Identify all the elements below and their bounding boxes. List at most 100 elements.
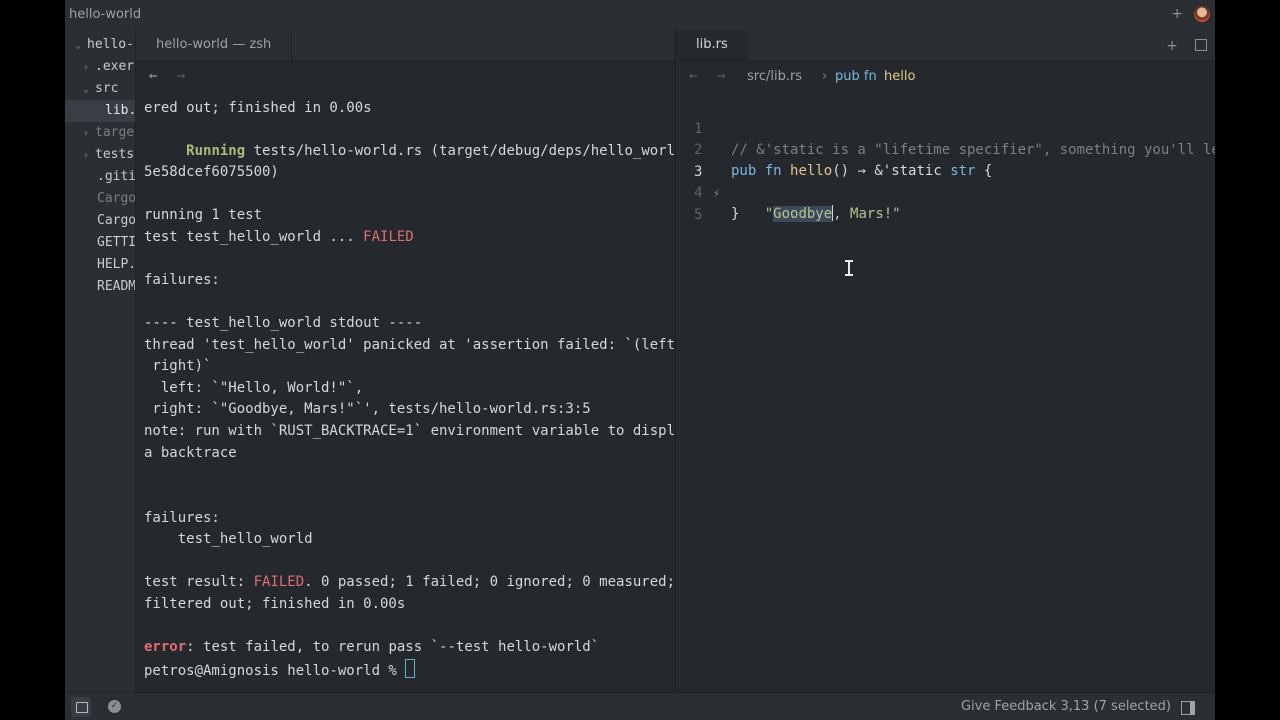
code-line[interactable]: 1 // &'static is a "lifetime specifier",…	[676, 98, 1215, 158]
editor-tab-bar: lib.rs +	[676, 30, 1215, 61]
code-line[interactable]: 5	[676, 184, 1215, 223]
chevron-down-icon: ⌄	[75, 40, 82, 51]
tree-item-label: .giti	[97, 169, 136, 184]
tree-item-lib-rs[interactable]: lib.	[65, 100, 135, 122]
terminal-text: test result:	[144, 574, 254, 590]
tab-terminal-zsh[interactable]: hello-world — zsh	[136, 30, 293, 60]
terminal-line: running 1 test	[144, 207, 263, 223]
status-right: Give Feedback 3,13 (7 selected)	[961, 699, 1171, 714]
chevron-down-icon: ⌄	[83, 84, 90, 95]
tree-item-label: GETTI	[97, 235, 136, 250]
terminal-line: test test_hello_world ... FAILED	[144, 227, 414, 248]
chevron-right-icon: ›	[83, 128, 90, 139]
terminal-text: test test_hello_world ...	[144, 229, 364, 245]
code-line[interactable]: 2 pub fn hello() → &'static str {	[676, 119, 1215, 179]
project-panel: ⌄ hello- › .exer ⌄ src lib. › targe › tests .…	[65, 30, 136, 692]
chevron-right-icon: ›	[83, 150, 90, 161]
tree-item-root[interactable]: ⌄ hello-	[65, 34, 135, 56]
terminal-prompt-line[interactable]: petros@Amignosis hello-world %	[144, 659, 416, 680]
tree-item-readme[interactable]: READM	[65, 276, 135, 298]
tree-item-gitignore[interactable]: .giti	[65, 166, 135, 188]
cursor-position[interactable]: 3,13 (7 selected)	[1061, 699, 1172, 714]
avatar[interactable]	[1194, 6, 1210, 22]
quote: "	[764, 206, 774, 222]
tree-item-tests[interactable]: › tests	[65, 144, 135, 166]
window-title: hello-world	[69, 7, 142, 22]
title-bar: hello-world +	[65, 0, 1215, 30]
terminal-line: test result: FAILED. 0 passed; 1 failed;…	[144, 572, 676, 593]
forward-arrow-icon[interactable]: →	[717, 68, 725, 84]
tree-item-label: targe	[95, 125, 135, 140]
terminal-line: right)`	[144, 358, 212, 374]
chevron-right-icon: ›	[83, 62, 90, 73]
terminal-text: : test failed, to rerun pass `--test hel…	[186, 639, 600, 655]
terminal-line: failures:	[144, 510, 220, 526]
terminal-text: tests/hello-world.rs (target/debug/deps/…	[245, 143, 676, 159]
tree-item-label: Cargo	[97, 213, 136, 228]
tree-item-label: tests	[95, 147, 135, 162]
code-line[interactable]: 4 }	[676, 162, 1215, 222]
tree-item-label: HELP.	[97, 257, 136, 272]
tree-item-src[interactable]: ⌄ src	[65, 78, 135, 100]
mouse-ibeam-cursor	[845, 260, 853, 276]
tree-item-label: hello-	[87, 37, 134, 52]
terminal-line: note: run with `RUST_BACKTRACE=1` enviro…	[144, 423, 676, 439]
breadcrumb-path[interactable]: src/lib.rs	[747, 69, 802, 84]
code-brace: }	[731, 206, 740, 222]
new-item-icon[interactable]: +	[1171, 6, 1183, 22]
tree-item-target[interactable]: › targe	[65, 122, 135, 144]
tree-item-label: READM	[97, 279, 136, 294]
new-tab-icon[interactable]: +	[1166, 38, 1178, 54]
give-feedback-link[interactable]: Give Feedback	[961, 699, 1056, 714]
error-label: error	[144, 639, 187, 655]
tree-item-label: lib.	[105, 103, 136, 118]
shell-prompt: petros@Amignosis hello-world %	[144, 663, 406, 679]
tree-item-exercism[interactable]: › .exer	[65, 56, 135, 78]
diagnostics-check-icon[interactable]: ✓	[108, 700, 121, 713]
line-number: 5	[694, 207, 703, 223]
terminal-pane[interactable]: hello-world — zsh ← → ered out; finished…	[136, 30, 676, 692]
tree-item-help[interactable]: HELP.	[65, 254, 135, 276]
tree-item-cargo-lock[interactable]: Cargo	[65, 188, 135, 210]
running-label: Running	[186, 143, 246, 159]
tree-item-label: Cargo	[97, 191, 136, 206]
terminal-line: Running tests/hello-world.rs (target/deb…	[144, 141, 676, 162]
terminal-line: a backtrace	[144, 445, 237, 461]
app-window: hello-world + ⌄ hello- › .exer ⌄ src lib. ›…	[65, 0, 1215, 720]
failed-label: FAILED	[253, 574, 305, 590]
breadcrumb-separator: ›	[822, 69, 828, 84]
status-bar: ✓ Give Feedback 3,13 (7 selected)	[65, 692, 1215, 720]
code-line-current[interactable]: 3 ⚡ "Goodbye, Mars!"	[676, 141, 1215, 222]
editor-breadcrumb: ← → src/lib.rs › pub fn hello	[676, 68, 1215, 88]
terminal-line: ered out; finished in 0.00s	[144, 100, 372, 116]
terminal-text: . 0 passed; 1 failed; 0 ignored; 0 measu…	[304, 574, 676, 590]
back-arrow-icon[interactable]: ←	[689, 68, 697, 84]
terminal-line: test_hello_world	[144, 531, 313, 547]
breadcrumb-keyword[interactable]: pub fn	[835, 69, 877, 84]
string-rest: , Mars!"	[833, 206, 901, 222]
terminal-line: left: `"Hello, World!"`,	[144, 380, 364, 396]
split-pane-icon[interactable]	[1195, 39, 1207, 51]
code-string: "Goodbye, Mars!"	[731, 204, 901, 225]
terminal-line: ---- test_hello_world stdout ----	[144, 315, 423, 331]
forward-arrow-icon[interactable]: →	[177, 68, 185, 84]
back-arrow-icon[interactable]: ←	[149, 68, 157, 84]
tree-item-cargo-toml[interactable]: Cargo	[65, 210, 135, 232]
toggle-panel-icon[interactable]	[71, 697, 91, 717]
toggle-right-panel-icon[interactable]	[1181, 701, 1195, 715]
breadcrumb-symbol[interactable]: hello	[884, 69, 915, 84]
terminal-line: filtered out; finished in 0.00s	[144, 596, 406, 612]
tab-lib-rs[interactable]: lib.rs	[676, 30, 748, 60]
tree-item-getting-started[interactable]: GETTI	[65, 232, 135, 254]
terminal-cursor	[405, 659, 416, 678]
terminal-line: thread 'test_hello_world' panicked at 'a…	[144, 337, 676, 353]
editor-pane[interactable]: lib.rs + ← → src/lib.rs › pub fn hello 1…	[676, 30, 1215, 692]
text-selection: Goodbye	[773, 206, 833, 222]
tree-item-label: src	[95, 81, 119, 96]
terminal-line: error: test failed, to rerun pass `--tes…	[144, 637, 599, 658]
terminal-tab-bar: hello-world — zsh	[136, 30, 675, 61]
terminal-line: 5e58dcef6075500)	[144, 164, 279, 180]
failed-label: FAILED	[363, 229, 414, 245]
terminal-line: failures:	[144, 272, 220, 288]
tree-item-label: .exer	[95, 59, 135, 74]
